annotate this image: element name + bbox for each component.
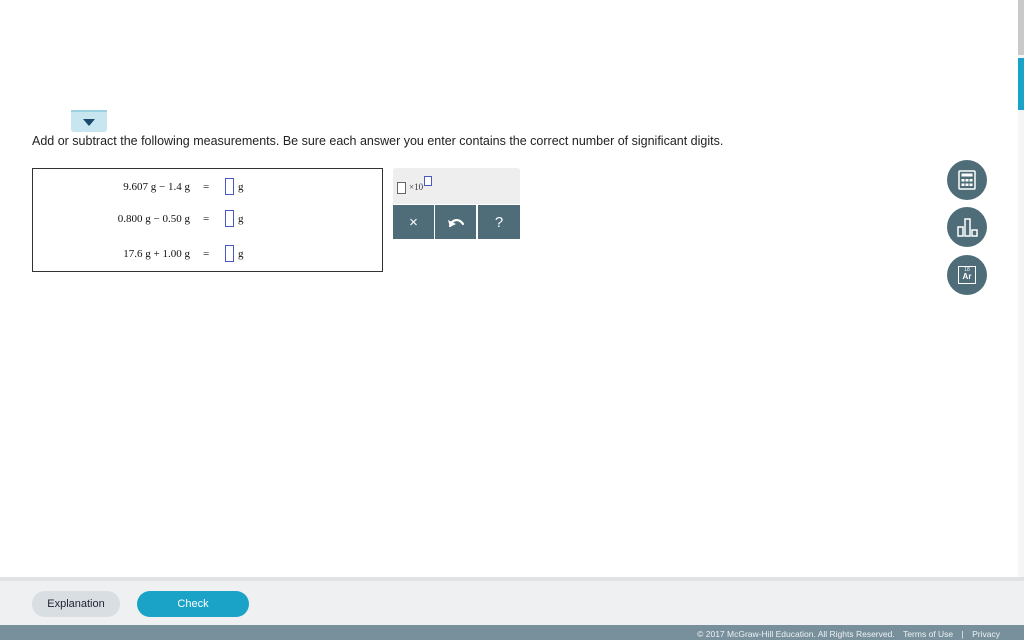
- clear-button[interactable]: ×: [393, 205, 434, 239]
- equals-sign: =: [203, 248, 210, 260]
- sci-notation-label: ×10: [409, 182, 424, 192]
- answer-input[interactable]: [225, 210, 234, 227]
- equation-row: 17.6 g + 1.00 g = g: [33, 245, 382, 265]
- check-button[interactable]: Check: [137, 591, 249, 617]
- legal-separator: |: [961, 629, 964, 639]
- unit-label: g: [238, 213, 244, 225]
- privacy-link[interactable]: Privacy: [972, 629, 1000, 639]
- sci-notation-base-box: [397, 182, 406, 194]
- sci-notation-exponent-box: [424, 176, 432, 186]
- explanation-button[interactable]: Explanation: [32, 591, 120, 617]
- unit-label: g: [238, 248, 244, 260]
- scrollbar-thumb[interactable]: [1018, 0, 1024, 55]
- collapse-toggle-button[interactable]: [71, 110, 107, 132]
- calculator-button[interactable]: [947, 160, 987, 200]
- data-chart-button[interactable]: [947, 207, 987, 247]
- question-instructions: Add or subtract the following measuremen…: [32, 134, 724, 148]
- equation-expression: 9.607 g − 1.4 g: [123, 181, 190, 193]
- close-icon: ×: [409, 213, 418, 231]
- terms-of-use-link[interactable]: Terms of Use: [903, 629, 953, 639]
- scroll-progress-indicator: [1018, 58, 1024, 110]
- answer-input[interactable]: [225, 245, 234, 262]
- equation-expression: 0.800 g − 0.50 g: [117, 213, 190, 225]
- bar-chart-icon: [957, 218, 978, 237]
- equation-row: 0.800 g − 0.50 g = g: [33, 210, 382, 230]
- math-tool-panel: ×10 × ?: [393, 168, 520, 239]
- answer-box: 9.607 g − 1.4 g = g 0.800 g − 0.50 g = g…: [32, 168, 383, 272]
- equals-sign: =: [203, 213, 210, 225]
- help-button[interactable]: ?: [478, 205, 520, 239]
- equation-row: 9.607 g − 1.4 g = g: [33, 178, 382, 198]
- undo-icon: [447, 219, 464, 228]
- unit-label: g: [238, 181, 244, 193]
- calculator-icon: [958, 170, 976, 190]
- copyright-text: © 2017 McGraw-Hill Education. All Rights…: [697, 629, 895, 639]
- sci-notation-tool[interactable]: ×10: [393, 168, 520, 204]
- legal-links: © 2017 McGraw-Hill Education. All Rights…: [691, 629, 1000, 639]
- equals-sign: =: [203, 181, 210, 193]
- answer-input[interactable]: [225, 178, 234, 195]
- periodic-table-icon: 18 Ar: [958, 266, 976, 284]
- undo-button[interactable]: [435, 205, 476, 239]
- periodic-table-icon-symbol: Ar: [962, 272, 972, 281]
- chevron-down-icon: [83, 119, 95, 126]
- equation-expression: 17.6 g + 1.00 g: [123, 248, 190, 260]
- help-icon: ?: [494, 213, 504, 231]
- periodic-table-button[interactable]: 18 Ar: [947, 255, 987, 295]
